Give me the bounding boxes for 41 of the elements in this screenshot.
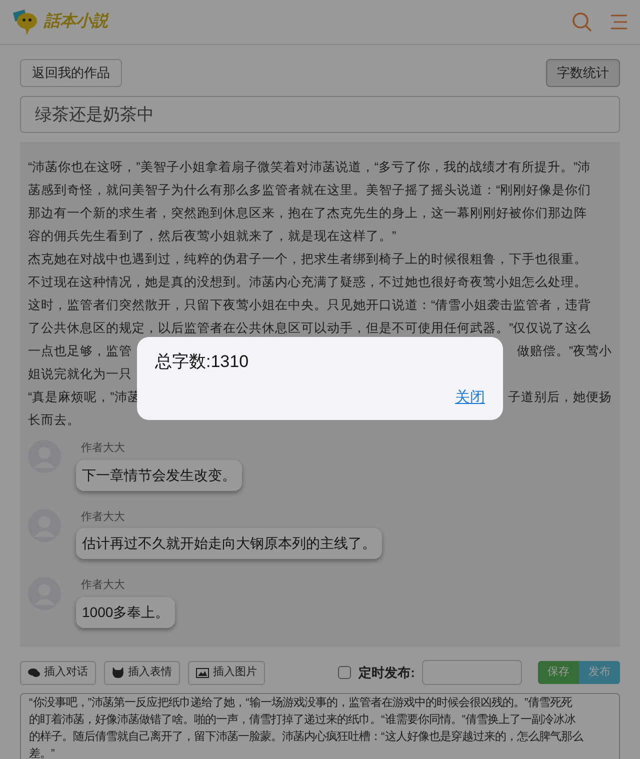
schedule-checkbox[interactable] [338, 666, 351, 679]
insert-button[interactable]: 插入图片 [188, 660, 265, 684]
menu-icon[interactable] [610, 14, 628, 30]
chat-icon [28, 668, 40, 678]
insert-button[interactable]: 插入表情 [104, 660, 180, 684]
image-icon [196, 668, 209, 678]
story-text: 了公共休息区的规定，以后监管者在公共休息区可以动手，但是不可使用任何武器。”仅仅说了这么 [28, 320, 592, 338]
search-icon[interactable] [572, 12, 592, 32]
editor-text: 的盯着沛菡，好像沛菡做错了啥。啪的一声，倩雪打掉了递过来的纸巾。“谁需要你同情。”倩雪换上了一副冷冰冰 [29, 712, 577, 728]
editor-field[interactable]: “你没事吧，”沛菡第一反应把纸巾递给了她，“输一场游戏没事的，监管者在游戏中的时候会很凶残的。”倩雪死死 的盯着沛菡，好像沛菡做错了啥。啪的一声，倩雪打掉了递过来的纸巾。“谁需要你同情。”倩雪换上了一副冷冰冰 的样子。随后倩雪就自己离开了，留下沛菡一脸蒙。沛菡内心疯狂吐槽：“这人好像也是穿越过来的，怎么脾气那么 差。” [20, 693, 620, 759]
story-text: 杰克她在对战中也遇到过，纯粹的伪君子一个，把求生者绑到椅子上的时候很粗鲁，下手也很重。 [28, 251, 587, 268]
story-text: “沛菡你也在这呀，”美智子小姐拿着扇子微笑着对沛菡说道，“多亏了你，我的战绩才有所提升。”沛 [28, 159, 591, 176]
story-text: 子道别后，她便扬 [508, 389, 612, 406]
comment-bubble: 1000多奉上。 [76, 596, 176, 628]
story-text: 一点也足够，监管 [28, 343, 132, 360]
story-text: 做赔偿。”夜莺小 [516, 343, 612, 360]
logo-icon [12, 8, 40, 36]
schedule-label: 定时发布: [358, 664, 415, 682]
date-field[interactable] [422, 660, 522, 685]
story-text: 长而去。 [28, 412, 80, 430]
story-text: 那边有一个新的求生者，突然跑到休息区来，抱在了杰克先生的身上，这一幕刚刚好被你们那边阵 [28, 205, 587, 222]
editor-text: 差。” [29, 746, 56, 759]
insert-button[interactable]: 插入对话 [20, 660, 96, 684]
author-name: 作者大大 [81, 578, 125, 593]
author-name: 作者大大 [81, 441, 125, 456]
editor-text: 的样子。随后倩雪就自己离开了，留下沛菡一脸蒙。沛菡内心疯狂吐槽：“这人好像也是穿越过来的，怎么脾气那么 [29, 729, 584, 745]
word-count-button[interactable]: 字数统计 [546, 59, 620, 87]
title-field[interactable]: 绿茶还是奶茶中 [20, 96, 620, 133]
story-text: 不过现在这种情况，她是真的没想到。沛菡内心充满了疑惑，不过她也很好奇夜莺小姐怎么处理。 [28, 274, 587, 292]
cat-icon [112, 667, 124, 678]
story-text: 容的佣兵先生看到了，然后夜莺小姐就来了，就是现在这样了。” [28, 228, 396, 246]
back-button[interactable]: 返回我的作品 [20, 59, 122, 87]
comment-bubble: 估计再过不久就开始走向大钢原本列的主线了。 [76, 528, 382, 559]
close-link[interactable]: 关闭 [455, 386, 485, 409]
story-text: 姐说完就化为一只 [28, 366, 132, 384]
story-text: 这时，监管者们突然散开，只留下夜莺小姐在中央。只见她开口说道：“倩雪小姐袭击监管者，违背 [28, 297, 592, 314]
editor-text: “你没事吧，”沛菡第一反应把纸巾递给了她，“输一场游戏没事的，监管者在游戏中的时候会很凶残的。”倩雪死死 [29, 696, 574, 711]
author-name: 作者大大 [81, 510, 125, 524]
alert-message: 总字数:1310 [155, 351, 250, 373]
story-text: 菡感到奇怪，就问美智子为什么有那么多监管者就在这里。美智子摇了摇头说道：“刚刚好像是你们 [28, 182, 592, 200]
comment-bubble: 下一章情节会发生改变。 [76, 460, 242, 490]
